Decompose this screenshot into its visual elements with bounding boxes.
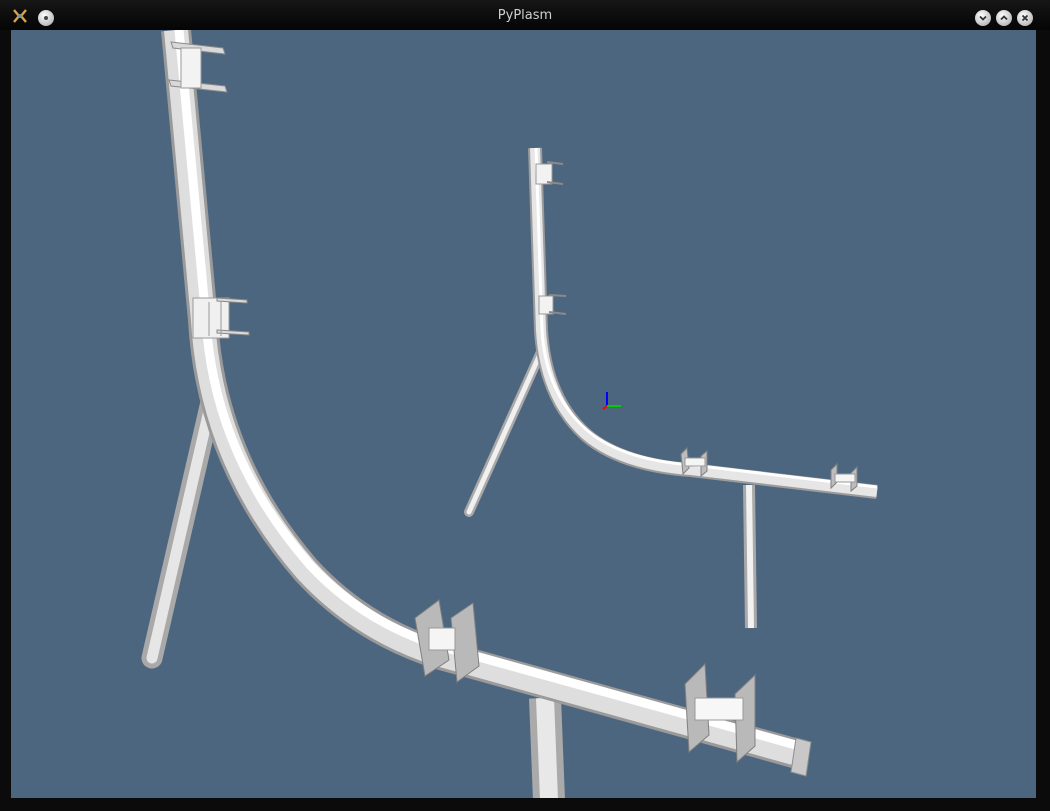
bracket [535,161,564,185]
pyplasm-window: PyPlasm [0,0,1050,811]
pyplasm-app-icon[interactable] [12,8,28,24]
bracket [538,294,567,315]
chevron-up-icon [1000,15,1008,21]
minimize-button[interactable] [975,10,991,26]
bracket [192,297,250,339]
small-pipe-model [464,147,878,629]
3d-viewport[interactable] [11,30,1036,798]
maximize-button[interactable] [996,10,1012,26]
window-title: PyPlasm [497,8,553,23]
title-bar[interactable]: PyPlasm [0,0,1050,30]
chevron-down-icon [979,15,987,21]
close-button[interactable] [1017,10,1033,26]
close-icon [1021,14,1029,22]
large-pipe-model [141,30,812,798]
window-menu-icon[interactable] [38,10,54,26]
axis-gizmo [602,392,621,410]
